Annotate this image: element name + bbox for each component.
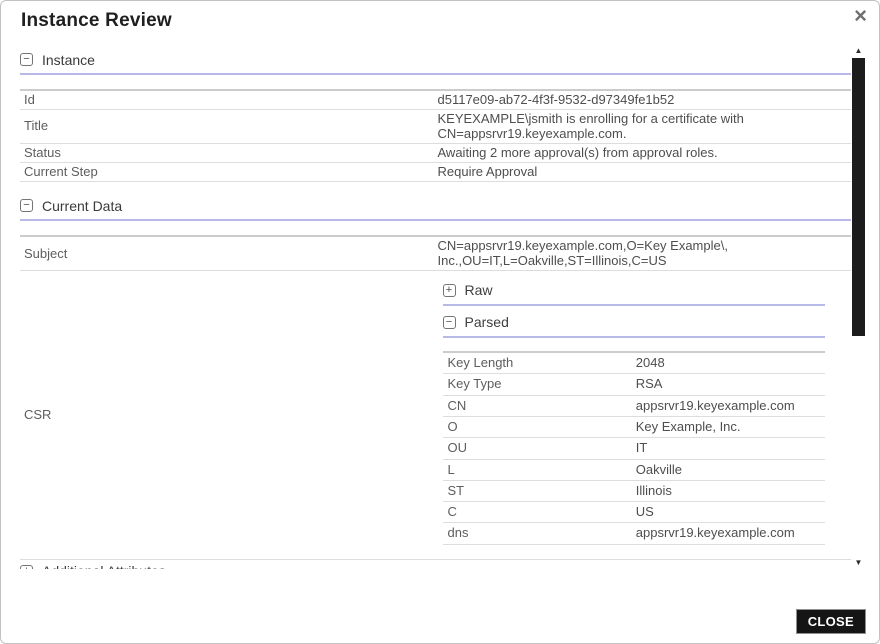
row-value: Illinois [634, 480, 825, 501]
row-label: Id [20, 90, 436, 110]
scrollbar-thumb[interactable] [852, 58, 865, 336]
scroll-down-icon[interactable]: ▼ [852, 557, 865, 569]
row-value: d5117e09-ab72-4f3f-9532-d97349fe1b52 [436, 90, 852, 110]
collapse-icon: − [20, 53, 33, 66]
scroll-content: − Instance Id d5117e09-ab72-4f3f-9532-d9… [20, 45, 851, 569]
row-label: Subject [20, 236, 436, 270]
table-row: Id d5117e09-ab72-4f3f-9532-d97349fe1b52 [20, 90, 851, 110]
row-label: dns [443, 523, 634, 544]
section-label: Parsed [465, 315, 509, 330]
page-title: Instance Review [21, 10, 859, 32]
table-row: Title KEYEXAMPLE\jsmith is enrolling for… [20, 110, 851, 144]
expand-icon: + [443, 284, 456, 297]
table-row: O Key Example, Inc. [443, 416, 826, 437]
modal-header: Instance Review × [1, 1, 879, 45]
row-value: Oakville [634, 459, 825, 480]
row-label: CSR [20, 271, 436, 560]
table-row: CN appsrvr19.keyexample.com [443, 395, 826, 416]
section-header-current-data[interactable]: − Current Data [20, 198, 851, 213]
instance-table: Id d5117e09-ab72-4f3f-9532-d97349fe1b52 … [20, 89, 851, 182]
current-data-table: Subject CN=appsrvr19.keyexample.com,O=Ke… [20, 235, 851, 559]
row-value: IT [634, 438, 825, 459]
csr-parsed-table: Key Length 2048 Key Type RSA CN [443, 351, 826, 545]
row-label: O [443, 416, 634, 437]
table-row-subject: Subject CN=appsrvr19.keyexample.com,O=Ke… [20, 236, 851, 270]
section-current-data: − Current Data Subject CN=appsrvr19.keye… [20, 198, 851, 559]
row-label: C [443, 502, 634, 523]
row-value: Awaiting 2 more approval(s) from approva… [436, 143, 852, 162]
csr-cell: + Raw − Parsed [436, 271, 852, 560]
row-value: US [634, 502, 825, 523]
table-row: Status Awaiting 2 more approval(s) from … [20, 143, 851, 162]
section-header-parsed[interactable]: − Parsed [443, 315, 826, 330]
section-accent-rule [443, 336, 826, 338]
table-row: dns appsrvr19.keyexample.com [443, 523, 826, 544]
collapse-icon: − [20, 199, 33, 212]
row-value: appsrvr19.keyexample.com [634, 395, 825, 416]
row-label: Status [20, 143, 436, 162]
row-value: 2048 [634, 352, 825, 374]
instance-review-modal: Instance Review × − Instance Id d5117e09… [0, 0, 880, 644]
close-icon[interactable]: × [854, 4, 867, 28]
table-row: C US [443, 502, 826, 523]
section-header-instance[interactable]: − Instance [20, 52, 851, 67]
collapse-icon: − [443, 316, 456, 329]
row-label: CN [443, 395, 634, 416]
csr-content: + Raw − Parsed [443, 283, 826, 545]
modal-footer: CLOSE [1, 569, 879, 644]
row-value: RSA [634, 374, 825, 395]
row-value: Require Approval [436, 163, 852, 182]
row-value: Key Example, Inc. [634, 416, 825, 437]
table-row: ST Illinois [443, 480, 826, 501]
table-row: Current Step Require Approval [20, 163, 851, 182]
table-row: Key Length 2048 [443, 352, 826, 374]
row-label: OU [443, 438, 634, 459]
scroll-up-icon[interactable]: ▲ [852, 45, 865, 57]
close-button[interactable]: CLOSE [796, 609, 866, 634]
row-label: Title [20, 110, 436, 144]
section-accent-rule [20, 73, 851, 75]
row-label: Key Type [443, 374, 634, 395]
table-row: Key Type RSA [443, 374, 826, 395]
section-label: Current Data [42, 198, 122, 214]
row-label: Key Length [443, 352, 634, 374]
row-label: ST [443, 480, 634, 501]
modal-body: − Instance Id d5117e09-ab72-4f3f-9532-d9… [1, 45, 879, 569]
row-label: Current Step [20, 163, 436, 182]
section-accent-rule [20, 219, 851, 221]
row-value: KEYEXAMPLE\jsmith is enrolling for a cer… [436, 110, 852, 144]
vertical-scrollbar[interactable]: ▲ ▼ [852, 45, 865, 569]
table-row: OU IT [443, 438, 826, 459]
row-value: appsrvr19.keyexample.com [634, 523, 825, 544]
section-label: Raw [465, 283, 493, 298]
row-value: CN=appsrvr19.keyexample.com,O=Key Exampl… [436, 236, 852, 270]
row-label: L [443, 459, 634, 480]
table-row: L Oakville [443, 459, 826, 480]
section-header-raw[interactable]: + Raw [443, 283, 826, 298]
section-accent-rule [443, 304, 826, 306]
section-instance: − Instance Id d5117e09-ab72-4f3f-9532-d9… [20, 52, 851, 182]
section-label: Instance [42, 52, 95, 68]
table-row-csr: CSR + Raw − Parsed [20, 271, 851, 560]
